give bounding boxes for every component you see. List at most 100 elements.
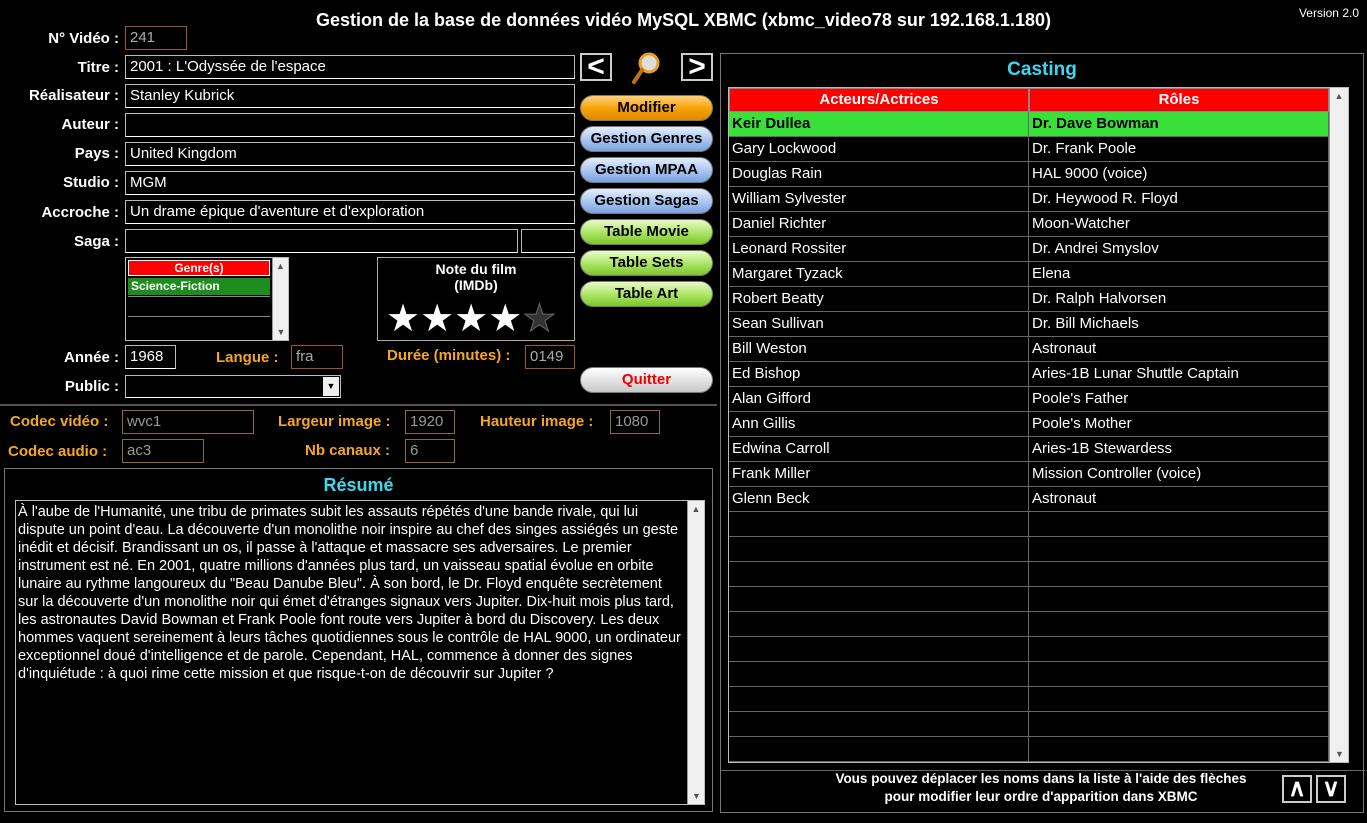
realisateur-label: Réalisateur : bbox=[28, 87, 119, 104]
scroll-down-icon[interactable]: ▼ bbox=[1330, 746, 1348, 762]
duree-field[interactable]: 0149 bbox=[525, 345, 575, 369]
table-row-empty[interactable] bbox=[729, 562, 1348, 587]
rating-box: Note du film (IMDb) ★ ★ ★ ★ ★ bbox=[377, 257, 575, 341]
table-row[interactable]: Keir Dullea Dr. Dave Bowman bbox=[729, 112, 1348, 137]
resume-scrollbar[interactable]: ▲ ▼ bbox=[687, 501, 704, 804]
realisateur-field[interactable]: Stanley Kubrick bbox=[125, 84, 575, 108]
table-row-empty[interactable] bbox=[729, 712, 1348, 737]
saga-number-field[interactable] bbox=[521, 229, 575, 253]
resume-textarea[interactable]: À l'aube de l'Humanité, une tribu de pri… bbox=[15, 500, 705, 805]
casting-table[interactable]: Acteurs/Actrices Rôles Keir Dullea Dr. Da… bbox=[728, 87, 1349, 763]
largeur-field[interactable]: 1920 bbox=[405, 410, 455, 434]
rating-title: Note du film bbox=[435, 261, 517, 277]
star-icon[interactable]: ★ bbox=[386, 300, 420, 338]
table-row-empty[interactable] bbox=[729, 737, 1348, 762]
next-button[interactable]: > bbox=[681, 52, 713, 82]
gestion-genres-button[interactable]: Gestion Genres bbox=[580, 126, 713, 152]
titre-field[interactable]: 2001 : L'Odyssée de l'espace bbox=[125, 55, 575, 79]
actor-cell bbox=[729, 612, 1029, 637]
pays-field[interactable]: United Kingdom bbox=[125, 142, 575, 166]
actor-cell bbox=[729, 712, 1029, 737]
scroll-down-icon[interactable]: ▼ bbox=[273, 324, 289, 340]
rating-stars[interactable]: ★ ★ ★ ★ ★ bbox=[386, 300, 557, 339]
genre-list-scrollbar[interactable]: ▲ ▼ bbox=[272, 258, 288, 340]
accroche-label: Accroche : bbox=[41, 204, 119, 221]
codec-video-field[interactable]: wvc1 bbox=[122, 410, 254, 434]
scroll-up-icon[interactable]: ▲ bbox=[688, 501, 704, 517]
scroll-up-icon[interactable]: ▲ bbox=[273, 258, 288, 274]
table-row-empty[interactable] bbox=[729, 512, 1348, 537]
modifier-button[interactable]: Modifier bbox=[580, 95, 713, 121]
table-art-button[interactable]: Table Art bbox=[580, 281, 713, 307]
langue-field[interactable]: fra bbox=[291, 345, 343, 369]
table-row[interactable]: Alan Gifford Poole's Father bbox=[729, 387, 1348, 412]
table-row[interactable]: Glenn Beck Astronaut bbox=[729, 487, 1348, 512]
genre-list-item[interactable]: Science-Fiction bbox=[128, 278, 270, 295]
annee-label: Année : bbox=[63, 349, 119, 366]
quitter-button[interactable]: Quitter bbox=[580, 367, 713, 393]
table-row-empty[interactable] bbox=[729, 662, 1348, 687]
table-row[interactable]: Daniel Richter Moon-Watcher bbox=[729, 212, 1348, 237]
studio-field[interactable]: MGM bbox=[125, 171, 575, 195]
table-row[interactable]: Edwina Carroll Aries-1B Stewardess bbox=[729, 437, 1348, 462]
duree-label: Durée (minutes) : bbox=[387, 347, 511, 364]
star-icon[interactable]: ★ bbox=[522, 300, 557, 339]
accroche-field[interactable]: Un drame épique d'aventure et d'explorat… bbox=[125, 200, 575, 224]
role-cell bbox=[1029, 537, 1329, 562]
previous-button[interactable]: < bbox=[580, 52, 612, 82]
table-row-empty[interactable] bbox=[729, 687, 1348, 712]
table-row-empty[interactable] bbox=[729, 612, 1348, 637]
public-select[interactable]: ▼ bbox=[125, 375, 341, 398]
table-row[interactable]: Leonard Rossiter Dr. Andrei Smyslov bbox=[729, 237, 1348, 262]
table-row[interactable]: Douglas Rain HAL 9000 (voice) bbox=[729, 162, 1348, 187]
move-down-button[interactable]: ∨ bbox=[1316, 775, 1346, 803]
role-cell: Poole's Mother bbox=[1029, 412, 1329, 437]
codec-audio-field[interactable]: ac3 bbox=[122, 439, 204, 463]
casting-title: Casting bbox=[1007, 59, 1077, 80]
hauteur-field[interactable]: 1080 bbox=[610, 410, 660, 434]
canaux-field[interactable]: 6 bbox=[405, 439, 455, 463]
table-sets-button[interactable]: Table Sets bbox=[580, 250, 713, 276]
saga-field[interactable] bbox=[125, 229, 518, 253]
table-row[interactable]: Ann Gillis Poole's Mother bbox=[729, 412, 1348, 437]
table-row-empty[interactable] bbox=[729, 537, 1348, 562]
gestion-mpaa-button[interactable]: Gestion MPAA bbox=[580, 157, 713, 183]
scroll-up-icon[interactable]: ▲ bbox=[1330, 88, 1348, 104]
video-no-field[interactable]: 241 bbox=[125, 26, 187, 50]
search-icon[interactable] bbox=[630, 50, 664, 86]
role-cell: Aries-1B Stewardess bbox=[1029, 437, 1329, 462]
table-row[interactable]: Robert Beatty Dr. Ralph Halvorsen bbox=[729, 287, 1348, 312]
chevron-down-icon[interactable]: ▼ bbox=[323, 377, 339, 396]
move-up-button[interactable]: ∧ bbox=[1282, 775, 1312, 803]
role-cell bbox=[1029, 612, 1329, 637]
actor-cell: Sean Sullivan bbox=[729, 312, 1029, 337]
role-cell bbox=[1029, 687, 1329, 712]
table-movie-button[interactable]: Table Movie bbox=[580, 219, 713, 245]
star-icon[interactable]: ★ bbox=[488, 300, 522, 338]
annee-field[interactable]: 1968 bbox=[125, 345, 176, 369]
table-row[interactable]: Bill Weston Astronaut bbox=[729, 337, 1348, 362]
star-icon[interactable]: ★ bbox=[454, 300, 488, 338]
table-row[interactable]: Margaret Tyzack Elena bbox=[729, 262, 1348, 287]
genre-row-divider bbox=[128, 296, 270, 297]
role-cell: Dr. Ralph Halvorsen bbox=[1029, 287, 1329, 312]
actor-cell: Frank Miller bbox=[729, 462, 1029, 487]
star-icon[interactable]: ★ bbox=[420, 300, 454, 338]
table-row[interactable]: Ed Bishop Aries-1B Lunar Shuttle Captain bbox=[729, 362, 1348, 387]
role-cell bbox=[1029, 662, 1329, 687]
role-cell: Elena bbox=[1029, 262, 1329, 287]
genre-listbox[interactable]: Genre(s) Science-Fiction ▲ ▼ bbox=[125, 257, 289, 341]
genre-row-divider bbox=[128, 316, 270, 317]
scroll-down-icon[interactable]: ▼ bbox=[688, 788, 705, 804]
table-row[interactable]: William Sylvester Dr. Heywood R. Floyd bbox=[729, 187, 1348, 212]
auteur-field[interactable] bbox=[125, 113, 575, 137]
table-row[interactable]: Gary Lockwood Dr. Frank Poole bbox=[729, 137, 1348, 162]
table-row-empty[interactable] bbox=[729, 637, 1348, 662]
column-header-actors[interactable]: Acteurs/Actrices bbox=[729, 88, 1029, 112]
table-row[interactable]: Frank Miller Mission Controller (voice) bbox=[729, 462, 1348, 487]
table-row-empty[interactable] bbox=[729, 587, 1348, 612]
column-header-roles[interactable]: Rôles bbox=[1029, 88, 1329, 112]
gestion-sagas-button[interactable]: Gestion Sagas bbox=[580, 188, 713, 214]
casting-scrollbar[interactable]: ▲ ▼ bbox=[1329, 88, 1348, 762]
table-row[interactable]: Sean Sullivan Dr. Bill Michaels bbox=[729, 312, 1348, 337]
